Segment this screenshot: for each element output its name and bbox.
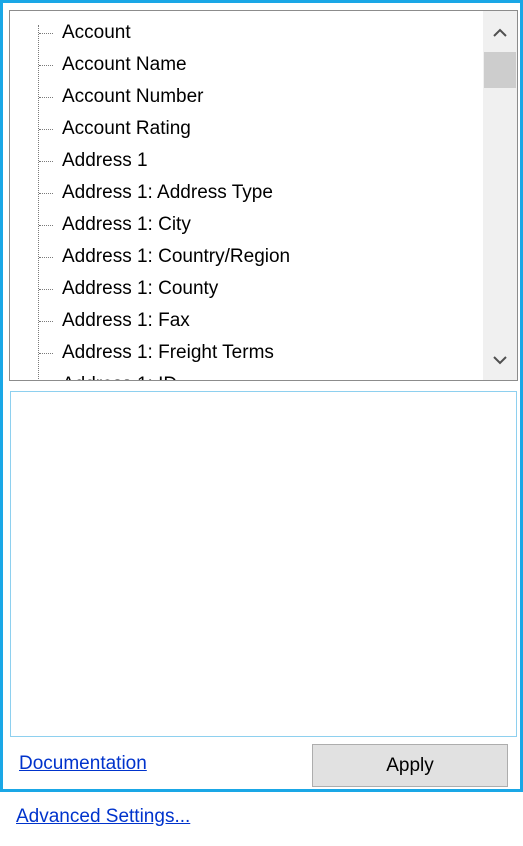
tree-item-address-1-address-type[interactable]: Address 1: Address Type xyxy=(62,177,273,209)
tree-branch-line xyxy=(39,65,53,66)
tree-branch-line xyxy=(39,289,53,290)
tree-branch-line xyxy=(39,129,53,130)
panel-frame: Account Account Name Account Number Acco… xyxy=(0,0,523,792)
tree-item-address-1-county[interactable]: Address 1: County xyxy=(62,273,218,305)
tree-item-address-1[interactable]: Address 1 xyxy=(62,145,148,177)
tree-item-account[interactable]: Account xyxy=(62,17,131,49)
tree-branch-line xyxy=(39,321,53,322)
tree-item-account-rating[interactable]: Account Rating xyxy=(62,113,191,145)
scroll-down-button[interactable] xyxy=(483,342,517,378)
description-panel xyxy=(10,391,517,737)
vertical-scrollbar[interactable] xyxy=(483,11,517,380)
documentation-link[interactable]: Documentation xyxy=(19,753,147,775)
scroll-up-button[interactable] xyxy=(483,15,517,51)
tree-item-address-1-city[interactable]: Address 1: City xyxy=(62,209,191,241)
tree-item-address-1-country-region[interactable]: Address 1: Country/Region xyxy=(62,241,290,273)
tree-item-account-number[interactable]: Account Number xyxy=(62,81,204,113)
tree-item-account-name[interactable]: Account Name xyxy=(62,49,187,81)
apply-button[interactable]: Apply xyxy=(312,744,508,787)
tree-branch-line xyxy=(39,97,53,98)
tree-item-address-1-freight-terms[interactable]: Address 1: Freight Terms xyxy=(62,337,274,369)
tree-item-address-1-id[interactable]: Address 1: ID xyxy=(62,369,177,380)
tree-connector-line xyxy=(38,25,39,380)
tree-item-address-1-fax[interactable]: Address 1: Fax xyxy=(62,305,190,337)
scroll-thumb[interactable] xyxy=(484,52,516,88)
advanced-settings-link[interactable]: Advanced Settings... xyxy=(16,806,190,828)
tree-branch-line xyxy=(39,225,53,226)
tree-branch-line xyxy=(39,33,53,34)
tree-branch-line xyxy=(39,193,53,194)
chevron-up-icon xyxy=(493,28,507,37)
tree-branch-line xyxy=(39,257,53,258)
field-tree-view[interactable]: Account Account Name Account Number Acco… xyxy=(9,10,518,381)
tree-list: Account Account Name Account Number Acco… xyxy=(10,11,480,380)
tree-branch-line xyxy=(39,353,53,354)
chevron-down-icon xyxy=(493,356,507,365)
tree-branch-line xyxy=(39,161,53,162)
